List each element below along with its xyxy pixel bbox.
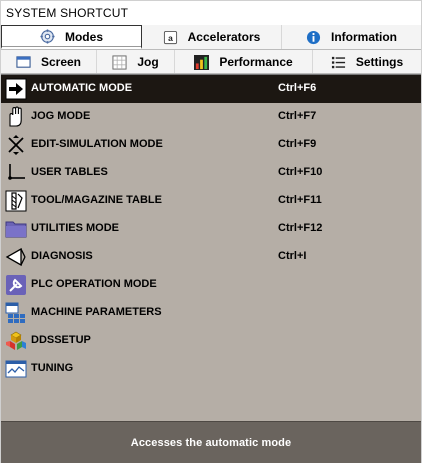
x-arrows-icon (4, 133, 28, 157)
item-label: MACHINE PARAMETERS (31, 306, 162, 318)
grid-icon (112, 54, 127, 70)
bar-chart-icon (194, 54, 210, 70)
hand-icon (4, 105, 28, 129)
list-item-automatic-mode[interactable]: AUTOMATIC MODE Ctrl+F6 (1, 75, 421, 103)
item-shortcut: Ctrl+F7 (278, 110, 317, 122)
tab-row-secondary: Screen Jog Performance Settings (1, 50, 421, 74)
item-shortcut: Ctrl+F12 (278, 222, 323, 234)
tab-performance-label: Performance (219, 55, 293, 69)
tab-information[interactable]: Information (282, 25, 421, 49)
tab-settings[interactable]: Settings (313, 50, 421, 74)
cubes-icon (4, 329, 28, 353)
window-title: SYSTEM SHORTCUT (6, 6, 129, 20)
screen-icon (16, 55, 31, 70)
list-item-utilities-mode[interactable]: UTILITIES MODE Ctrl+F12 (1, 215, 421, 243)
list-item-tuning[interactable]: TUNING (1, 355, 421, 383)
item-label: UTILITIES MODE (31, 222, 119, 234)
list-item-machine-parameters[interactable]: MACHINE PARAMETERS (1, 299, 421, 327)
item-shortcut: Ctrl+F6 (278, 82, 317, 94)
tab-screen-label: Screen (40, 55, 82, 69)
diagnosis-icon (4, 245, 28, 269)
status-description: Accesses the automatic mode (130, 436, 292, 449)
item-shortcut: Ctrl+F10 (278, 166, 323, 178)
gear-icon (40, 29, 55, 44)
key-a-icon: a (163, 30, 178, 45)
tab-accelerators-label: Accelerators (187, 30, 261, 44)
item-shortcut: Ctrl+F11 (278, 194, 322, 206)
tab-jog[interactable]: Jog (97, 50, 175, 74)
item-label: DIAGNOSIS (31, 250, 93, 262)
tab-jog-label: Jog (137, 55, 159, 69)
item-label: DDSSETUP (31, 334, 91, 346)
axis-icon (4, 161, 28, 185)
list-item-edit-simulation-mode[interactable]: EDIT-SIMULATION MODE Ctrl+F9 (1, 131, 421, 159)
status-bar: Accesses the automatic mode (1, 421, 421, 463)
item-label: EDIT-SIMULATION MODE (31, 138, 163, 150)
list-item-diagnosis[interactable]: DIAGNOSIS Ctrl+I (1, 243, 421, 271)
list-item-tool-magazine-table[interactable]: TOOL/MAGAZINE TABLE Ctrl+F11 (1, 187, 421, 215)
tab-screen[interactable]: Screen (1, 50, 97, 74)
system-shortcut-window: SYSTEM SHORTCUT Modes a Accelerators Inf… (0, 0, 422, 463)
plc-icon (4, 273, 28, 297)
list-item-jog-mode[interactable]: JOG MODE Ctrl+F7 (1, 103, 421, 131)
svg-text:a: a (168, 32, 173, 42)
arrow-right-icon (4, 77, 28, 101)
title-bar: SYSTEM SHORTCUT (1, 1, 421, 25)
tab-modes-label: Modes (64, 29, 103, 44)
item-label: USER TABLES (31, 166, 108, 178)
tab-row-primary: Modes a Accelerators Information (1, 25, 421, 49)
list-item-user-tables[interactable]: USER TABLES Ctrl+F10 (1, 159, 421, 187)
list-icon (331, 55, 346, 70)
item-label: TUNING (31, 362, 74, 374)
tab-modes[interactable]: Modes (1, 25, 142, 49)
shortcut-list: AUTOMATIC MODE Ctrl+F6 JOG MODE Ctrl+F7 … (1, 74, 421, 421)
tab-information-label: Information (331, 30, 397, 44)
tab-accelerators[interactable]: a Accelerators (142, 25, 282, 49)
tab-settings-label: Settings (355, 55, 404, 69)
list-item-ddssetup[interactable]: DDSSETUP (1, 327, 421, 355)
item-label: PLC OPERATION MODE (31, 278, 157, 290)
item-label: JOG MODE (31, 110, 91, 122)
tab-performance[interactable]: Performance (175, 50, 313, 74)
list-item-plc-operation-mode[interactable]: PLC OPERATION MODE (1, 271, 421, 299)
tool-icon (4, 189, 28, 213)
info-icon (306, 30, 321, 45)
item-shortcut: Ctrl+I (278, 250, 307, 262)
tuning-icon (4, 357, 28, 381)
parameters-icon (4, 301, 28, 325)
folder-icon (4, 217, 28, 241)
item-shortcut: Ctrl+F9 (278, 138, 317, 150)
item-label: AUTOMATIC MODE (31, 82, 133, 94)
item-label: TOOL/MAGAZINE TABLE (31, 194, 162, 206)
